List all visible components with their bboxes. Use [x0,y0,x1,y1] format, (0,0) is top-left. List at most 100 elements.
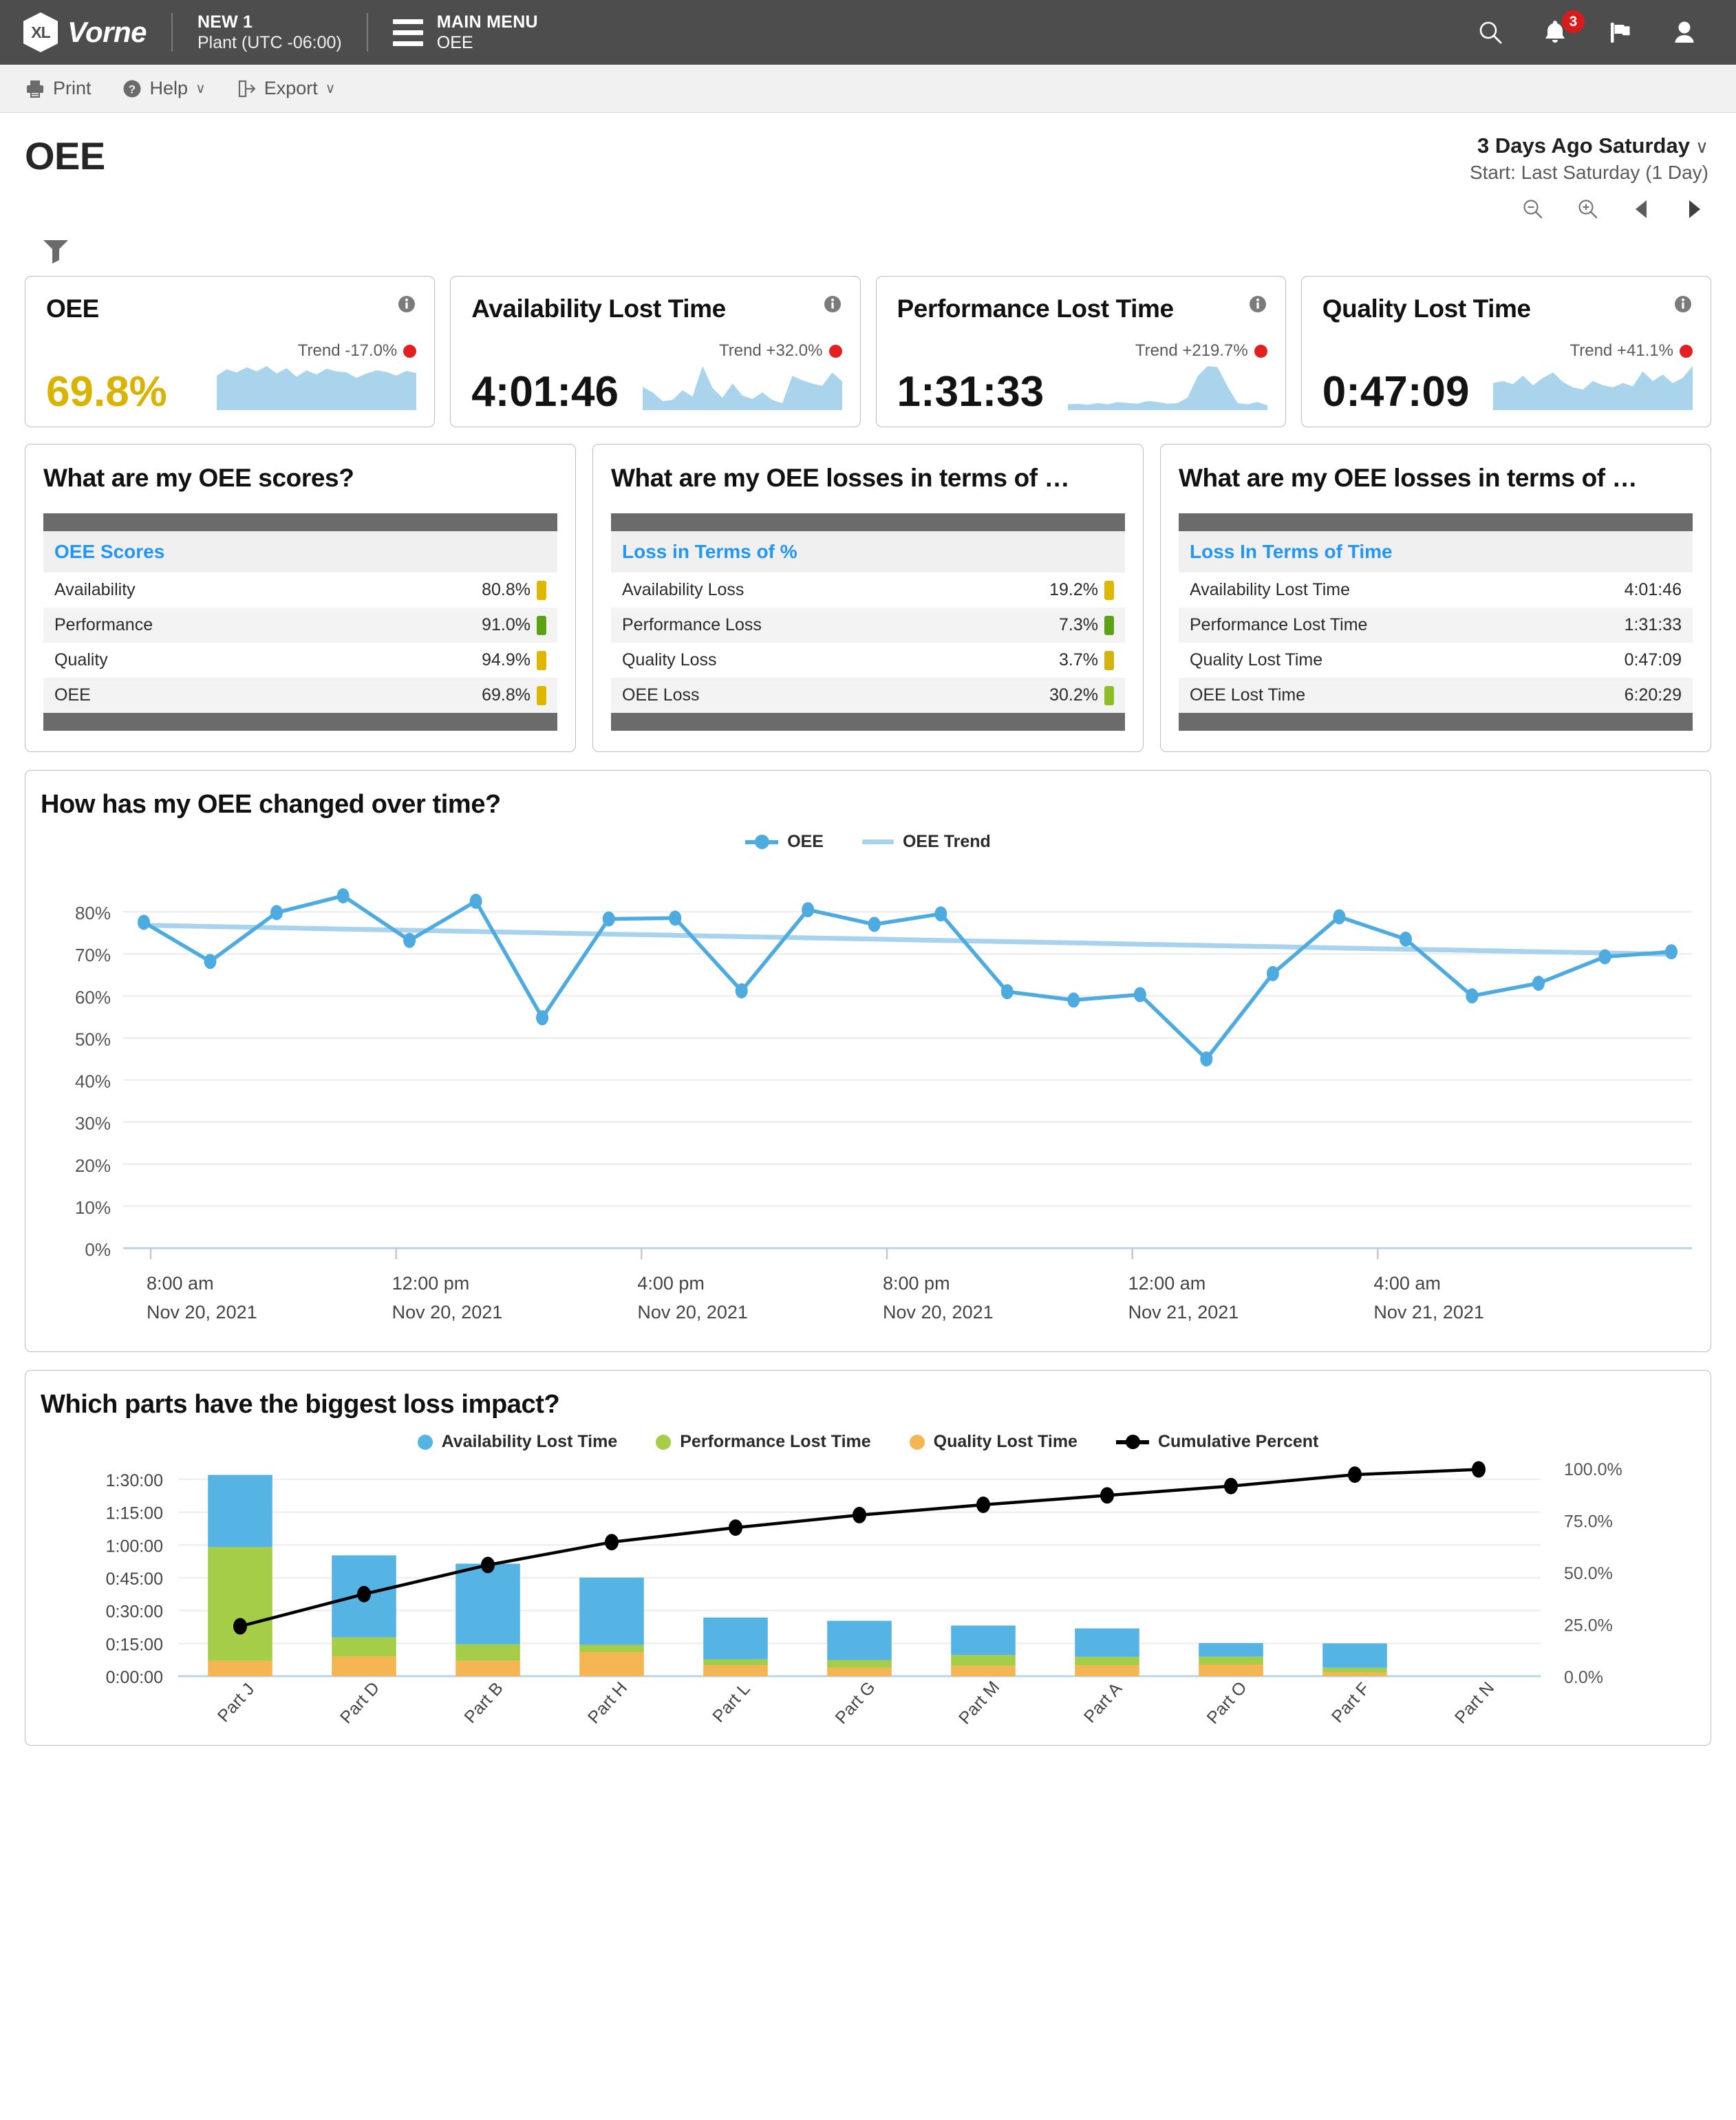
next-period-button[interactable] [1684,197,1704,221]
bar-segment[interactable] [1322,1643,1387,1668]
bar-segment[interactable] [456,1661,520,1677]
legend-item-availability-lost-time[interactable]: Availability Lost Time [418,1432,618,1452]
legend-item-oee-trend[interactable]: OEE Trend [862,832,991,852]
info-icon[interactable] [823,295,842,317]
cumulative-data-point[interactable] [481,1556,495,1573]
table-row[interactable]: Quality Loss3.7% [611,643,1125,678]
bar-segment[interactable] [208,1475,272,1548]
legend-item-quality-lost-time[interactable]: Quality Lost Time [910,1432,1078,1452]
bar-segment[interactable] [1075,1665,1139,1676]
zoom-in-button[interactable] [1576,197,1600,221]
bar-segment[interactable] [951,1625,1016,1655]
data-point[interactable] [1200,1051,1212,1067]
table-row[interactable]: OEE Lost Time6:20:29 [1179,678,1693,713]
cumulative-data-point[interactable] [1224,1478,1238,1495]
flag-icon[interactable] [1605,17,1634,48]
cumulative-data-point[interactable] [233,1618,247,1635]
bar-segment[interactable] [1199,1657,1263,1664]
data-point[interactable] [603,912,615,927]
legend-item-cumulative-percent[interactable]: Cumulative Percent [1116,1432,1318,1452]
table-row[interactable]: Quality Lost Time0:47:09 [1179,643,1693,678]
data-point[interactable] [802,902,814,917]
data-point[interactable] [868,917,881,932]
bar-segment[interactable] [703,1618,768,1660]
data-point[interactable] [470,894,482,909]
data-point[interactable] [536,1010,548,1025]
print-button[interactable]: Print [25,78,92,99]
cumulative-data-point[interactable] [1100,1487,1114,1503]
date-range-selector[interactable]: 3 Days Ago Saturday∨ [1470,133,1708,158]
data-point[interactable] [1665,944,1678,959]
data-point[interactable] [204,954,217,969]
data-point[interactable] [736,983,748,998]
data-point[interactable] [1466,988,1478,1003]
data-point[interactable] [669,910,681,925]
bar-segment[interactable] [1322,1673,1387,1676]
cumulative-data-point[interactable] [976,1497,990,1513]
bar-segment[interactable] [827,1668,892,1676]
bar-segment[interactable] [579,1652,644,1676]
table-row[interactable]: OEE69.8% [43,678,557,713]
bar-segment[interactable] [703,1665,768,1676]
table-row[interactable]: Quality94.9% [43,643,557,678]
data-point[interactable] [1267,966,1279,981]
table-row[interactable]: Availability Lost Time4:01:46 [1179,572,1693,608]
cumulative-data-point[interactable] [1472,1461,1486,1478]
data-point[interactable] [138,914,150,930]
table-row[interactable]: Performance Loss7.3% [611,608,1125,643]
data-point[interactable] [1067,992,1080,1007]
data-point[interactable] [1333,909,1345,924]
help-button[interactable]: ? Help ∨ [122,78,206,99]
kpi-card-oee[interactable]: OEE 69.8% Trend -17.0% [25,276,435,427]
bar-segment[interactable] [951,1666,1016,1676]
bar-segment[interactable] [456,1645,520,1661]
cumulative-data-point[interactable] [357,1586,371,1603]
table-row[interactable]: OEE Loss30.2% [611,678,1125,713]
part-loss-pareto-chart[interactable]: 0:00:000:15:000:30:000:45:001:00:001:15:… [41,1456,1701,1731]
bar-segment[interactable] [1075,1657,1139,1665]
data-point[interactable] [1532,976,1545,991]
data-point[interactable] [1599,950,1611,965]
filter-icon[interactable] [40,257,72,269]
bar-segment[interactable] [579,1645,644,1652]
cumulative-data-point[interactable] [605,1534,619,1550]
plant-context[interactable]: NEW 1 Plant (UTC -06:00) [197,12,342,54]
bar-segment[interactable] [208,1661,272,1676]
bar-segment[interactable] [1199,1643,1263,1657]
cumulative-data-point[interactable] [1348,1466,1362,1483]
bar-segment[interactable] [579,1578,644,1645]
zoom-out-button[interactable] [1521,197,1545,221]
kpi-card-performance-lost-time[interactable]: Performance Lost Time 1:31:33 Trend +219… [876,276,1286,427]
info-icon[interactable] [397,295,416,317]
bar-segment[interactable] [208,1547,272,1660]
legend-item-oee[interactable]: OEE [745,832,824,852]
legend-item-performance-lost-time[interactable]: Performance Lost Time [656,1432,870,1452]
table-row[interactable]: Availability80.8% [43,572,557,608]
cumulative-data-point[interactable] [729,1519,742,1536]
previous-period-button[interactable] [1631,197,1652,221]
bar-segment[interactable] [951,1655,1016,1666]
data-point[interactable] [337,888,350,903]
brand-logo[interactable]: XL Vorne [23,12,147,52]
kpi-card-availability-lost-time[interactable]: Availability Lost Time 4:01:46 Trend +32… [450,276,860,427]
kpi-card-quality-lost-time[interactable]: Quality Lost Time 0:47:09 Trend +41.1% [1301,276,1711,427]
notifications-icon[interactable]: 3 [1541,17,1569,48]
search-icon[interactable] [1476,17,1505,48]
main-menu-button[interactable]: MAIN MENU OEE [393,12,538,54]
bar-segment[interactable] [827,1621,892,1660]
table-row[interactable]: Performance91.0% [43,608,557,643]
bar-segment[interactable] [1075,1629,1139,1657]
table-row[interactable]: Availability Loss19.2% [611,572,1125,608]
info-icon[interactable] [1673,295,1693,317]
bar-segment[interactable] [332,1656,396,1676]
bar-segment[interactable] [1199,1664,1263,1676]
cumulative-data-point[interactable] [853,1507,866,1523]
bar-segment[interactable] [332,1638,396,1657]
bar-segment[interactable] [456,1564,520,1645]
data-point[interactable] [1001,984,1014,999]
data-point[interactable] [270,905,283,920]
data-point[interactable] [1134,987,1146,1003]
bar-segment[interactable] [1322,1668,1387,1673]
data-point[interactable] [1400,932,1412,947]
bar-segment[interactable] [703,1660,768,1666]
